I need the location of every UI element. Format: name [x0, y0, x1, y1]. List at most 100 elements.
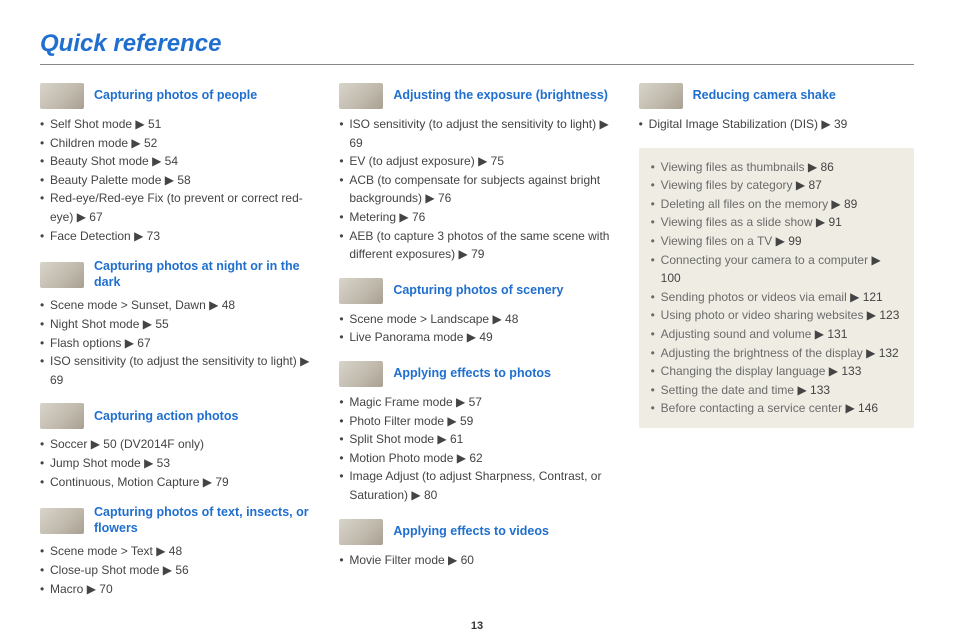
section-thumbnail-icon: [40, 83, 84, 109]
list-item: Scene mode > Text ▶ 48: [40, 542, 315, 561]
section-title[interactable]: Capturing photos of scenery: [393, 283, 563, 299]
item-text: Viewing files as a slide show: [661, 215, 813, 229]
list-item: Beauty Palette mode ▶ 58: [40, 171, 315, 190]
page-ref-icon: ▶: [163, 563, 172, 577]
item-text: Face Detection: [50, 229, 131, 243]
item-page: 69: [349, 136, 362, 150]
list-item: Movie Filter mode ▶ 60: [339, 551, 614, 570]
section-list: Scene mode > Sunset, Dawn ▶ 48Night Shot…: [40, 296, 315, 389]
item-text: Soccer: [50, 437, 91, 451]
page-ref-icon: ▶: [850, 290, 859, 304]
list-item: Connecting your camera to a computer ▶ 1…: [651, 251, 902, 288]
page-ref-icon: ▶: [156, 544, 165, 558]
item-page: 50 (DV2014F only): [103, 437, 204, 451]
section-applying-effects-to-videos: Applying effects to videos Movie Filter m…: [339, 519, 614, 570]
item-page: 67: [89, 210, 102, 224]
section-capturing-photos-of-scenery: Capturing photos of scenery Scene mode > …: [339, 278, 614, 347]
reference-box: Viewing files as thumbnails ▶ 86Viewing …: [639, 148, 914, 428]
item-text: Close-up Shot mode: [50, 563, 159, 577]
item-text: Jump Shot mode: [50, 456, 141, 470]
page-ref-icon: ▶: [77, 210, 86, 224]
list-item: Adjusting sound and volume ▶ 131: [651, 325, 902, 344]
page-ref-icon: ▶: [456, 395, 465, 409]
list-item: Split Shot mode ▶ 61: [339, 430, 614, 449]
section-title[interactable]: Capturing photos at night or in the dark: [94, 259, 315, 290]
item-text: ACB (to compensate for subjects against …: [349, 173, 600, 206]
section-list: Digital Image Stabilization (DIS) ▶ 39: [639, 115, 914, 134]
list-item: Viewing files by category ▶ 87: [651, 176, 902, 195]
page-ref-icon: ▶: [478, 154, 487, 168]
item-page: 75: [491, 154, 504, 168]
list-item: Image Adjust (to adjust Sharpness, Contr…: [339, 467, 614, 504]
section-title[interactable]: Capturing photos of text, insects, or fl…: [94, 505, 315, 536]
section-list: ISO sensitivity (to adjust the sensitivi…: [339, 115, 614, 264]
section-title[interactable]: Applying effects to photos: [393, 366, 551, 382]
page-number: 13: [40, 620, 914, 632]
item-text: Adjusting sound and volume: [661, 327, 812, 341]
list-item: EV (to adjust exposure) ▶ 75: [339, 152, 614, 171]
section-title[interactable]: Capturing action photos: [94, 409, 238, 425]
section-title[interactable]: Applying effects to videos: [393, 524, 549, 540]
item-page: 121: [863, 290, 883, 304]
item-text: EV (to adjust exposure): [349, 154, 474, 168]
item-page: 51: [148, 117, 161, 131]
list-item: Self Shot mode ▶ 51: [40, 115, 315, 134]
list-item: Red-eye/Red-eye Fix (to prevent or corre…: [40, 189, 315, 226]
item-page: 62: [469, 451, 482, 465]
section-title[interactable]: Capturing photos of people: [94, 88, 257, 104]
item-text: Scene mode > Landscape: [349, 312, 489, 326]
page-ref-icon: ▶: [459, 247, 468, 261]
item-page: 76: [412, 210, 425, 224]
section-title[interactable]: Adjusting the exposure (brightness): [393, 88, 608, 104]
list-item: Magic Frame mode ▶ 57: [339, 393, 614, 412]
section-list: Scene mode > Text ▶ 48 Close-up Shot mode…: [40, 542, 315, 598]
section-list: Movie Filter mode ▶ 60: [339, 551, 614, 570]
section-header: Capturing photos of scenery: [339, 278, 614, 304]
item-text: Digital Image Stabilization (DIS): [649, 117, 818, 131]
item-text: Continuous, Motion Capture: [50, 475, 199, 489]
item-text: Children mode: [50, 136, 128, 150]
column-1: Capturing photos of people Self Shot mode…: [40, 83, 315, 612]
list-item: Jump Shot mode ▶ 53: [40, 454, 315, 473]
section-title[interactable]: Reducing camera shake: [693, 88, 836, 104]
item-page: 54: [165, 154, 178, 168]
section-thumbnail-icon: [40, 262, 84, 288]
item-text: Split Shot mode: [349, 432, 434, 446]
section-list: Magic Frame mode ▶ 57Photo Filter mode ▶…: [339, 393, 614, 505]
section-header: Capturing photos of people: [40, 83, 315, 109]
item-text: Changing the display language: [661, 364, 826, 378]
page-ref-icon: ▶: [457, 451, 466, 465]
item-page: 100: [661, 271, 681, 285]
item-page: 48: [505, 312, 518, 326]
item-text: Beauty Palette mode: [50, 173, 161, 187]
item-page: 79: [215, 475, 228, 489]
section-header: Capturing photos of text, insects, or fl…: [40, 505, 315, 536]
page-ref-icon: ▶: [87, 582, 96, 596]
item-text: Live Panorama mode: [349, 330, 463, 344]
list-item: Macro ▶ 70: [40, 580, 315, 599]
item-text: ISO sensitivity (to adjust the sensitivi…: [349, 117, 596, 131]
item-page: 99: [788, 234, 801, 248]
page-ref-icon: ▶: [300, 354, 309, 368]
section-header: Applying effects to videos: [339, 519, 614, 545]
page-ref-icon: ▶: [143, 317, 152, 331]
item-text: Viewing files by category: [661, 178, 793, 192]
item-page: 86: [820, 160, 833, 174]
section-list: Scene mode > Landscape ▶ 48Live Panorama…: [339, 310, 614, 347]
item-text: Scene mode > Text: [50, 544, 153, 558]
page-ref-icon: ▶: [134, 229, 143, 243]
item-text: Before contacting a service center: [661, 401, 842, 415]
reference-box-list: Viewing files as thumbnails ▶ 86Viewing …: [651, 158, 902, 418]
item-page: 123: [879, 308, 899, 322]
page-ref-icon: ▶: [399, 210, 408, 224]
list-item: ISO sensitivity (to adjust the sensitivi…: [40, 352, 315, 389]
list-item: Soccer ▶ 50 (DV2014F only): [40, 435, 315, 454]
page-ref-icon: ▶: [821, 117, 830, 131]
item-page: 67: [137, 336, 150, 350]
section-capturing-action-photos: Capturing action photos Soccer ▶ 50 (DV20…: [40, 403, 315, 491]
list-item: Children mode ▶ 52: [40, 134, 315, 153]
item-page: 55: [155, 317, 168, 331]
item-page: 69: [50, 373, 63, 387]
item-text: Beauty Shot mode: [50, 154, 149, 168]
page-ref-icon: ▶: [776, 234, 785, 248]
